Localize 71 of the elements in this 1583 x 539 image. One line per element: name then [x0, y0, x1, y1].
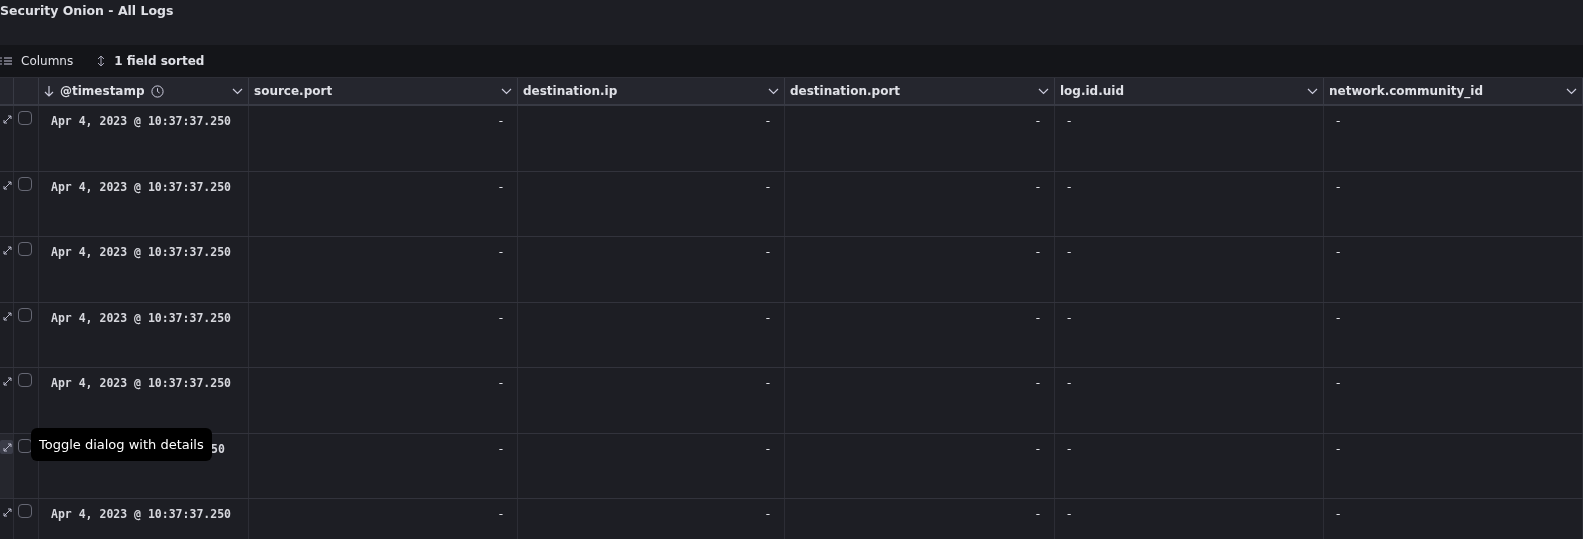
table-cell: - [1336, 310, 1341, 325]
table-cell: - [1336, 507, 1341, 521]
table-cell: - [1336, 179, 1341, 194]
row-checkbox[interactable] [18, 111, 32, 125]
table-cell: Apr 4, 2023 @ 10:37:37.250 [51, 114, 231, 128]
table-cell: - [498, 441, 503, 456]
table-cell: - [1067, 376, 1072, 390]
row-checkbox[interactable] [18, 504, 32, 518]
expand-button[interactable] [0, 112, 13, 126]
table-cell: - [1067, 179, 1072, 194]
table-cell: - [1067, 114, 1072, 128]
table-cell: - [498, 245, 503, 259]
table-cell: - [1035, 441, 1040, 456]
table-cell: - [1035, 376, 1040, 390]
sort-button[interactable]: 1 field sorted [97, 54, 213, 68]
expand-button[interactable] [0, 374, 13, 388]
table-cell: - [765, 245, 770, 259]
table-cell: - [1336, 376, 1341, 390]
table-cell: - [765, 441, 770, 456]
column-header[interactable]: network.community_id [1329, 84, 1484, 98]
table-cell: - [1067, 310, 1072, 325]
chevron-down-icon[interactable] [1038, 87, 1049, 95]
chevron-down-icon[interactable] [501, 87, 512, 95]
sort-icon [97, 55, 106, 67]
tooltip: Toggle dialog with details [31, 427, 212, 461]
chevron-down-icon[interactable] [1307, 87, 1318, 95]
table-cell: 50 [211, 441, 225, 456]
column-header[interactable]: destination.port [790, 84, 901, 98]
row-checkbox[interactable] [18, 242, 32, 256]
expand-button[interactable] [0, 439, 13, 454]
column-header[interactable]: source.port [254, 84, 333, 98]
column-header[interactable]: destination.ip [523, 84, 618, 98]
column-header[interactable]: @timestamp [60, 84, 145, 98]
table-cell: Apr 4, 2023 @ 10:37:37.250 [51, 507, 231, 521]
table-cell: - [1035, 507, 1040, 521]
chevron-down-icon[interactable] [232, 87, 243, 95]
table-cell: - [1035, 245, 1040, 259]
table-cell: Apr 4, 2023 @ 10:37:37.250 [51, 245, 231, 259]
table-cell: - [498, 507, 503, 521]
table-cell: - [765, 179, 770, 194]
table-cell: Apr 4, 2023 @ 10:37:37.250 [51, 179, 231, 194]
table-cell: - [1067, 507, 1072, 521]
table-cell: Apr 4, 2023 @ 10:37:37.250 [51, 376, 231, 390]
row-checkbox[interactable] [18, 176, 32, 191]
chevron-down-icon[interactable] [1566, 87, 1577, 95]
expand-button[interactable] [0, 243, 13, 257]
table-cell: - [498, 179, 503, 194]
table-cell: - [1336, 114, 1341, 128]
list-icon [0, 56, 12, 66]
window-title: Security Onion - All Logs [0, 3, 174, 18]
table-cell: - [1067, 441, 1072, 456]
table-cell: - [1035, 114, 1040, 128]
table-cell: - [498, 376, 503, 390]
chevron-down-icon[interactable] [768, 87, 779, 95]
columns-button[interactable]: Columns [0, 54, 82, 68]
table-cell: - [498, 310, 503, 325]
table-cell: - [765, 507, 770, 521]
column-header[interactable]: log.id.uid [1060, 84, 1124, 98]
row-checkbox[interactable] [18, 307, 32, 322]
expand-button[interactable] [0, 505, 13, 519]
table-cell: - [765, 114, 770, 128]
table-cell: - [1336, 441, 1341, 456]
row-checkbox[interactable] [18, 373, 32, 387]
table-cell: - [1035, 179, 1040, 194]
table-cell: - [1336, 245, 1341, 259]
table-cell: - [765, 376, 770, 390]
table-cell: - [1035, 310, 1040, 325]
table-cell: - [498, 114, 503, 128]
table-cell: - [765, 310, 770, 325]
table-cell: - [1067, 245, 1072, 259]
table-cell: Apr 4, 2023 @ 10:37:37.250 [51, 310, 231, 325]
